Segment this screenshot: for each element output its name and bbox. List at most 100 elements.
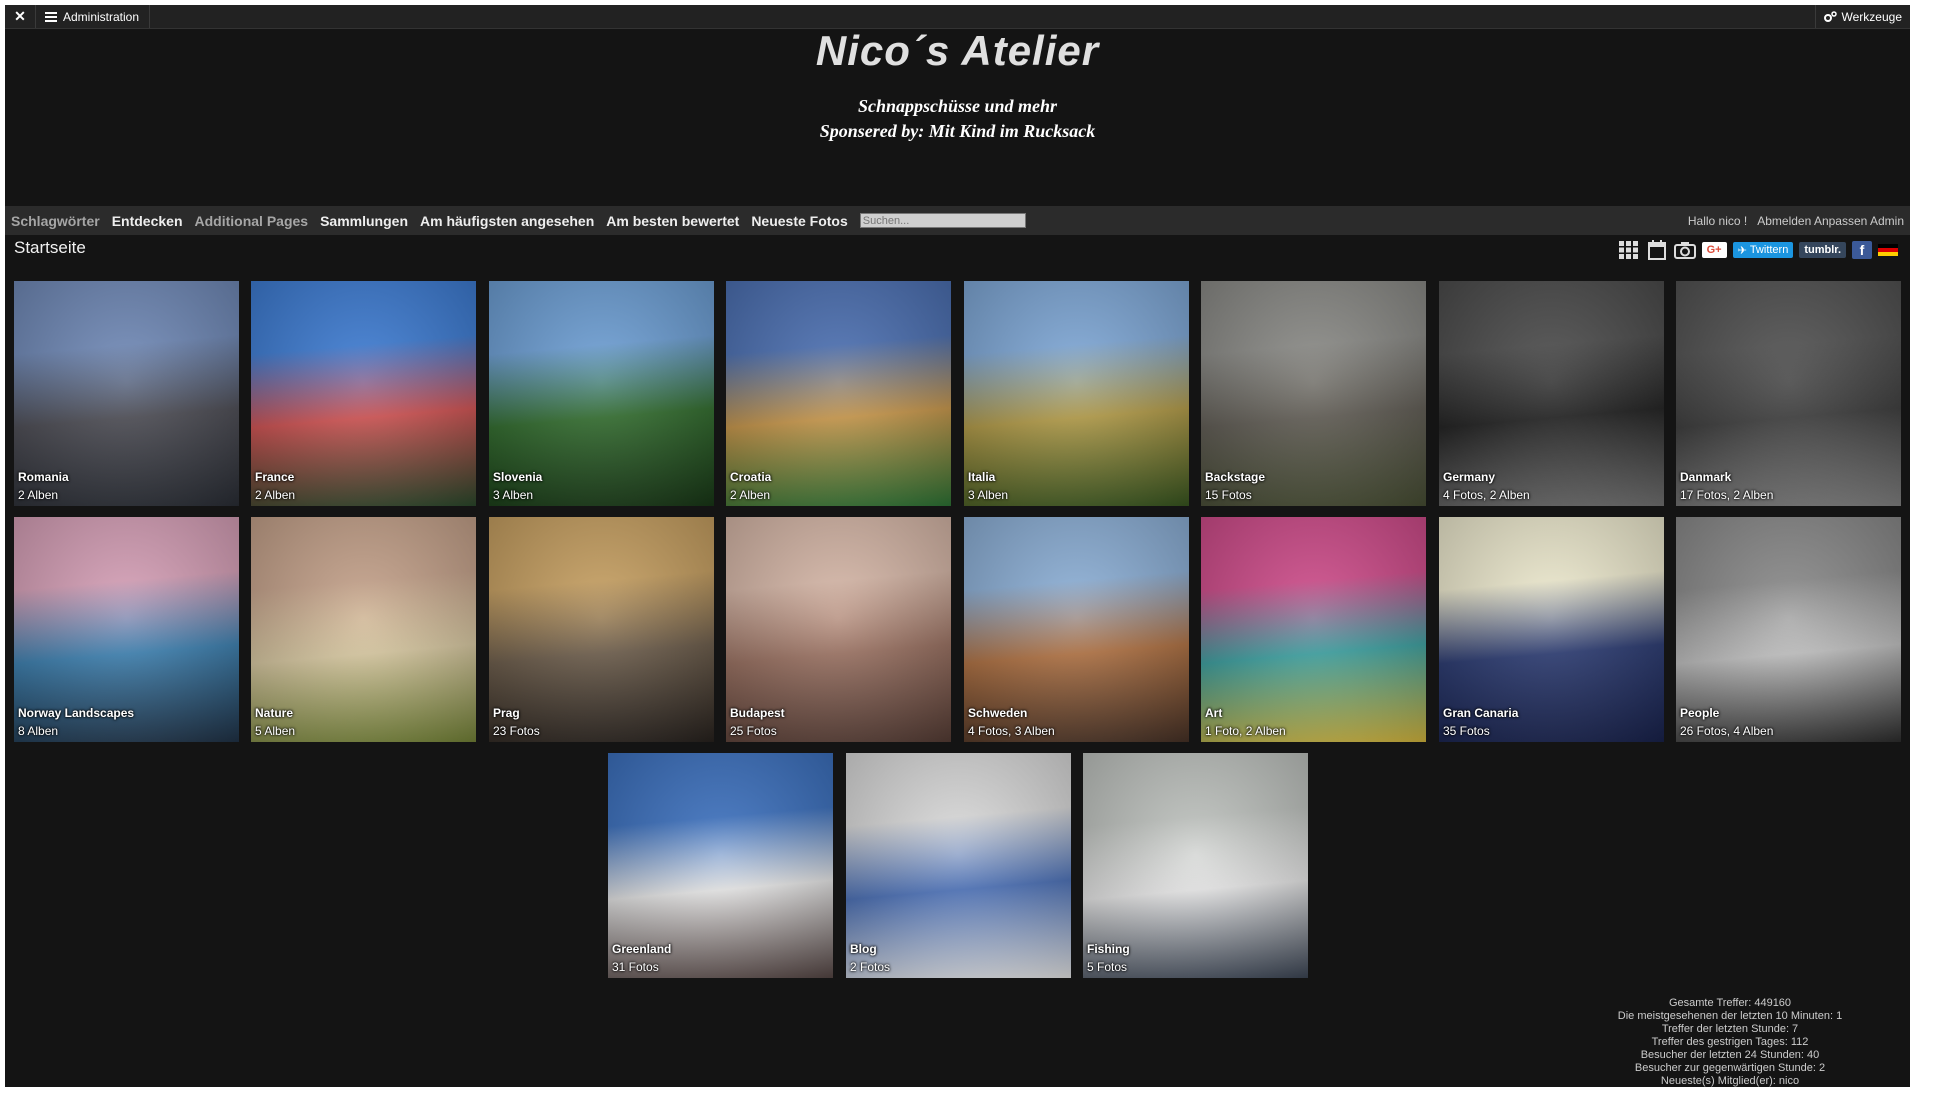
menu-item-most-viewed[interactable]: Am häufigsten angesehen	[420, 213, 594, 229]
album-tile[interactable]: Slovenia 3 Alben	[489, 281, 714, 506]
site-subtitle: Schnappschüsse und mehr Sponsered by: Mi…	[5, 94, 1910, 144]
german-flag-icon[interactable]	[1878, 244, 1898, 256]
album-count: 5 Fotos	[1087, 960, 1128, 974]
album-name[interactable]: People	[1680, 704, 1773, 722]
page-toolbar: G+ ✈ Twittern tumblr. f	[1618, 238, 1898, 262]
album-count: 5 Alben	[255, 724, 296, 738]
album-count: 3 Alben	[493, 488, 534, 502]
album-caption: Croatia 2 Alben	[730, 468, 771, 504]
album-name[interactable]: Prag	[493, 704, 540, 722]
album-tile[interactable]: Germany 4 Fotos, 2 Alben	[1439, 281, 1664, 506]
stat-line: Neueste(s) Mitglied(er): nico	[1660, 1075, 1800, 1087]
stat-line: Besucher zur gegenwärtigen Stunde: 2	[1634, 1062, 1826, 1074]
album-name[interactable]: Art	[1205, 704, 1286, 722]
album-name[interactable]: Gran Canaria	[1443, 704, 1518, 722]
album-caption: Nature 5 Alben	[255, 704, 295, 740]
menu-item-recent-photos[interactable]: Neueste Fotos	[751, 213, 847, 229]
album-tile[interactable]: Gran Canaria 35 Fotos	[1439, 517, 1664, 742]
album-name[interactable]: Romania	[18, 468, 69, 486]
album-name[interactable]: Slovenia	[493, 468, 542, 486]
main-menu: Schlagwörter Entdecken Additional Pages …	[11, 206, 1026, 235]
album-caption: Germany 4 Fotos, 2 Alben	[1443, 468, 1530, 504]
album-tile[interactable]: Budapest 25 Fotos	[726, 517, 951, 742]
administration-label: Administration	[63, 9, 140, 24]
album-caption: Slovenia 3 Alben	[493, 468, 542, 504]
browser-viewport: ✕ Administration Werkzeuge Nico´s Atelie…	[5, 5, 1910, 1087]
google-plus-share-button[interactable]: G+	[1701, 242, 1727, 258]
album-count: 2 Fotos	[850, 960, 891, 974]
album-tile[interactable]: Romania 2 Alben	[14, 281, 239, 506]
user-greeting: Hallo nico !	[1687, 213, 1748, 228]
album-caption: Fishing 5 Fotos	[1087, 940, 1130, 976]
album-tile[interactable]: People 26 Fotos, 4 Alben	[1676, 517, 1901, 742]
album-tile[interactable]: Prag 23 Fotos	[489, 517, 714, 742]
album-tile[interactable]: Nature 5 Alben	[251, 517, 476, 742]
page-title: Startseite	[14, 238, 86, 257]
album-name[interactable]: Danmark	[1680, 468, 1773, 486]
album-caption: Italia 3 Alben	[968, 468, 1008, 504]
album-name[interactable]: France	[255, 468, 295, 486]
album-caption: France 2 Alben	[255, 468, 295, 504]
tools-button[interactable]: Werkzeuge	[1814, 5, 1910, 28]
album-name[interactable]: Fishing	[1087, 940, 1130, 958]
close-icon: ✕	[14, 8, 26, 24]
user-links[interactable]: Abmelden Anpassen Admin	[1757, 214, 1904, 228]
album-count: 8 Alben	[18, 724, 59, 738]
album-caption: Danmark 17 Fotos, 2 Alben	[1680, 468, 1773, 504]
album-caption: Prag 23 Fotos	[493, 704, 540, 740]
album-caption: Norway Landscapes 8 Alben	[18, 704, 134, 740]
user-menu: Hallo nico ! Abmelden Anpassen Admin	[1688, 206, 1904, 235]
album-name[interactable]: Budapest	[730, 704, 785, 722]
menu-item-discover[interactable]: Entdecken	[112, 213, 183, 229]
main-menu-bar: Schlagwörter Entdecken Additional Pages …	[5, 206, 1910, 235]
album-tile[interactable]: Schweden 4 Fotos, 3 Alben	[964, 517, 1189, 742]
album-name[interactable]: Blog	[850, 940, 890, 958]
album-tile[interactable]: Greenland 31 Fotos	[608, 753, 833, 978]
album-name[interactable]: Greenland	[612, 940, 671, 958]
facebook-share-button[interactable]: f	[1852, 241, 1872, 259]
album-tile[interactable]: Backstage 15 Fotos	[1201, 281, 1426, 506]
menu-item-additional-pages[interactable]: Additional Pages	[195, 213, 309, 229]
album-count: 25 Fotos	[730, 724, 777, 738]
album-count: 4 Fotos, 2 Alben	[1443, 488, 1530, 502]
album-caption: Budapest 25 Fotos	[730, 704, 785, 740]
album-name[interactable]: Nature	[255, 704, 295, 722]
album-tile[interactable]: Norway Landscapes 8 Alben	[14, 517, 239, 742]
album-count: 15 Fotos	[1205, 488, 1252, 502]
album-name[interactable]: Germany	[1443, 468, 1530, 486]
album-tile[interactable]: Art 1 Foto, 2 Alben	[1201, 517, 1426, 742]
album-caption: People 26 Fotos, 4 Alben	[1680, 704, 1773, 740]
album-tile[interactable]: Croatia 2 Alben	[726, 281, 951, 506]
album-caption: Blog 2 Fotos	[850, 940, 890, 976]
camera-icon[interactable]	[1673, 240, 1696, 260]
album-count: 2 Alben	[730, 488, 771, 502]
search-input[interactable]	[859, 213, 1026, 228]
stat-line: Treffer der letzten Stunde: 7	[1661, 1023, 1799, 1035]
album-name[interactable]: Schweden	[968, 704, 1055, 722]
administration-button[interactable]: Administration	[35, 5, 151, 28]
stat-line: Treffer des gestrigen Tages: 112	[1651, 1036, 1809, 1048]
menu-item-tags[interactable]: Schlagwörter	[11, 213, 100, 229]
album-tile[interactable]: Fishing 5 Fotos	[1083, 753, 1308, 978]
album-tile[interactable]: France 2 Alben	[251, 281, 476, 506]
menu-item-collections[interactable]: Sammlungen	[320, 213, 408, 229]
album-caption: Art 1 Foto, 2 Alben	[1205, 704, 1286, 740]
site-title[interactable]: Nico´s Atelier	[5, 27, 1910, 75]
calendar-icon[interactable]	[1646, 240, 1668, 260]
album-caption: Gran Canaria 35 Fotos	[1443, 704, 1518, 740]
twitter-share-button[interactable]: ✈ Twittern	[1732, 242, 1794, 258]
close-admin-button[interactable]: ✕	[5, 5, 36, 28]
album-tile[interactable]: Italia 3 Alben	[964, 281, 1189, 506]
album-name[interactable]: Backstage	[1205, 468, 1265, 486]
twitter-icon: ✈	[1737, 244, 1747, 257]
album-name[interactable]: Norway Landscapes	[18, 704, 134, 722]
stat-line: Die meistgesehenen der letzten 10 Minute…	[1617, 1010, 1843, 1022]
album-name[interactable]: Italia	[968, 468, 1008, 486]
menu-item-best-rated[interactable]: Am besten bewertet	[606, 213, 739, 229]
album-tile[interactable]: Blog 2 Fotos	[846, 753, 1071, 978]
album-tile[interactable]: Danmark 17 Fotos, 2 Alben	[1676, 281, 1901, 506]
album-name[interactable]: Croatia	[730, 468, 771, 486]
tumblr-share-button[interactable]: tumblr.	[1799, 242, 1846, 258]
gears-icon	[1823, 10, 1837, 22]
thumbnails-grid-icon[interactable]	[1618, 240, 1640, 260]
